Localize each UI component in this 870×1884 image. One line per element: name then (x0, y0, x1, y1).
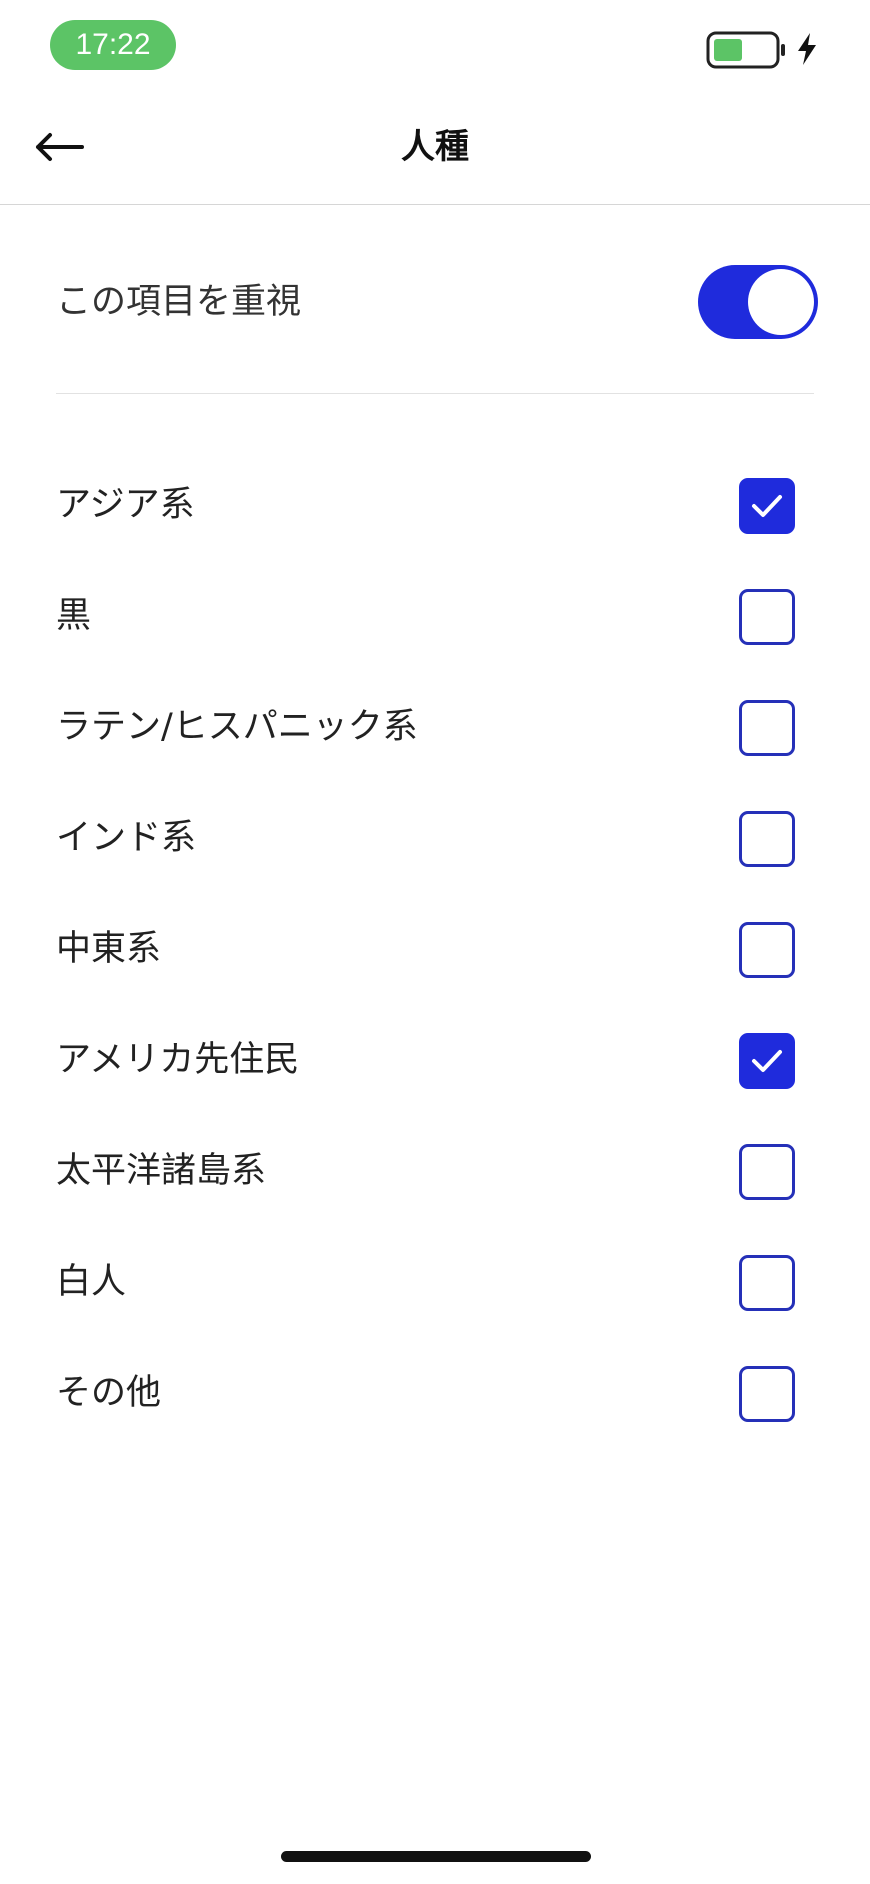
option-native-american[interactable]: アメリカ先住民 (0, 1005, 870, 1116)
option-label: アジア系 (56, 485, 195, 525)
toggle-knob (748, 269, 814, 335)
navigation-bar: 人種 (0, 90, 870, 205)
checkbox[interactable] (739, 922, 795, 978)
battery-charging-icon (706, 31, 785, 69)
checkmark-icon (752, 495, 782, 517)
option-label: その他 (56, 1373, 162, 1413)
option-asian[interactable]: アジア系 (0, 450, 870, 561)
page-title: 人種 (401, 127, 469, 167)
priority-toggle[interactable] (698, 265, 818, 339)
checkbox[interactable] (739, 700, 795, 756)
status-time: 17:22 (50, 20, 176, 70)
priority-label: この項目を重視 (56, 282, 302, 322)
option-label: 白人 (56, 1262, 127, 1302)
arrow-left-icon (36, 133, 84, 161)
divider (56, 393, 814, 394)
status-bar: 17:22 (0, 0, 870, 90)
checkbox[interactable] (739, 589, 795, 645)
option-black[interactable]: 黒 (0, 561, 870, 672)
option-other[interactable]: その他 (0, 1338, 870, 1449)
option-label: 中東系 (56, 929, 162, 969)
checkbox[interactable] (739, 1255, 795, 1311)
checkbox[interactable] (739, 478, 795, 534)
option-label: アメリカ先住民 (56, 1040, 300, 1080)
option-label: 黒 (56, 596, 92, 636)
option-label: インド系 (56, 818, 197, 858)
priority-setting-row: この項目を重視 (0, 250, 870, 354)
ethnicity-option-list: アジア系 黒 ラテン/ヒスパニック系 インド系 中東系 アメリカ先住民 太平洋諸… (0, 450, 870, 1449)
home-indicator (281, 1851, 591, 1862)
checkbox[interactable] (739, 1366, 795, 1422)
back-button[interactable] (24, 120, 94, 174)
checkmark-icon (752, 1050, 782, 1072)
charging-bolt-icon (798, 33, 816, 65)
checkbox[interactable] (739, 811, 795, 867)
option-white[interactable]: 白人 (0, 1227, 870, 1338)
checkbox[interactable] (739, 1033, 795, 1089)
checkbox[interactable] (739, 1144, 795, 1200)
option-latin-hispanic[interactable]: ラテン/ヒスパニック系 (0, 672, 870, 783)
option-indian[interactable]: インド系 (0, 783, 870, 894)
option-pacific-islander[interactable]: 太平洋諸島系 (0, 1116, 870, 1227)
option-middle-eastern[interactable]: 中東系 (0, 894, 870, 1005)
option-label: 太平洋諸島系 (56, 1151, 267, 1191)
option-label: ラテン/ヒスパニック系 (56, 707, 418, 747)
